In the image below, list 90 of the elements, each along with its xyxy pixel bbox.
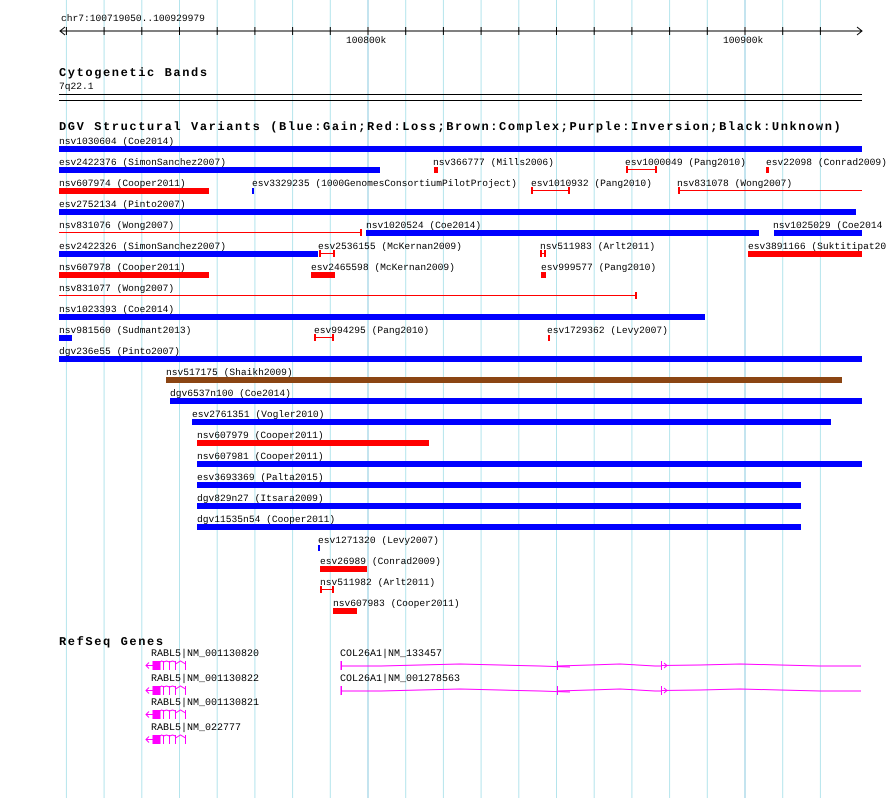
variant-label: esv1010932 (Pang2010) bbox=[531, 178, 652, 189]
transcript-drawing[interactable] bbox=[340, 685, 862, 696]
variant-bar[interactable] bbox=[434, 167, 438, 173]
variant-bar[interactable] bbox=[541, 272, 546, 278]
transcript-label: COL26A1|NM_133457 bbox=[340, 649, 442, 660]
variant-label: nsv366777 (Mills2006) bbox=[433, 157, 554, 168]
variant-label: esv1000049 (Pang2010) bbox=[625, 157, 746, 168]
variant-bar[interactable] bbox=[197, 482, 801, 488]
variant-label: esv1271320 (Levy2007) bbox=[318, 535, 439, 546]
variant-label: esv22098 (Conrad2009) bbox=[766, 157, 887, 168]
variant-label: nsv1023393 (Coe2014) bbox=[59, 304, 174, 315]
track-title: RefSeq Genes bbox=[59, 636, 165, 648]
variant-bar[interactable] bbox=[59, 188, 209, 194]
band-label: 7q22.1 bbox=[59, 81, 94, 93]
variant-label: nsv607979 (Cooper2011) bbox=[197, 430, 324, 441]
variant-label: nsv1025029 (Coe2014 bbox=[773, 220, 882, 231]
variant-label: nsv517175 (Shaikh2009) bbox=[166, 367, 293, 378]
variant-label: esv2536155 (McKernan2009) bbox=[318, 241, 462, 252]
variant-label: esv999577 (Pang2010) bbox=[541, 262, 656, 273]
variant-label: dgv829n27 (Itsara2009) bbox=[197, 493, 324, 504]
variant-span[interactable] bbox=[59, 292, 637, 299]
variant-bar[interactable] bbox=[59, 356, 862, 362]
variant-bar[interactable] bbox=[59, 167, 380, 173]
variant-label: nsv511982 (Arlt2011) bbox=[320, 577, 436, 588]
track-title: Cytogenetic Bands bbox=[59, 67, 209, 79]
variant-span[interactable] bbox=[320, 586, 334, 593]
variant-bar[interactable] bbox=[197, 461, 862, 467]
transcript-drawing[interactable] bbox=[340, 660, 862, 670]
transcript-label: RABL5|NM_001130821 bbox=[151, 698, 260, 710]
variant-bar[interactable] bbox=[59, 314, 705, 320]
variant-label: nsv511983 (Arlt2011) bbox=[540, 241, 656, 252]
variant-bar[interactable] bbox=[59, 209, 856, 215]
variant-bar[interactable] bbox=[197, 503, 801, 509]
variant-bar[interactable] bbox=[192, 419, 831, 425]
variant-label: esv3693369 (Palta2015) bbox=[197, 472, 324, 483]
variant-label: nsv831076 (Wong2007) bbox=[59, 220, 174, 231]
track-title: DGV Structural Variants (Blue:Gain;Red:Loss;Brown:Complex;Purple:Inversion;Black:Unknown) bbox=[59, 121, 842, 133]
variant-bar[interactable] bbox=[197, 524, 801, 530]
variant-span[interactable] bbox=[59, 229, 362, 236]
variant-span[interactable] bbox=[540, 250, 546, 257]
variant-label: nsv831078 (Wong2007) bbox=[677, 178, 792, 189]
variant-label: esv2761351 (Vogler2010) bbox=[192, 409, 324, 420]
variant-span[interactable] bbox=[678, 187, 862, 194]
transcript-label: COL26A1|NM_001278563 bbox=[340, 674, 460, 685]
variant-bar[interactable] bbox=[59, 146, 862, 152]
variant-bar[interactable] bbox=[311, 272, 335, 278]
transcript-drawing[interactable] bbox=[145, 734, 186, 744]
transcript-label: RABL5|NM_001130822 bbox=[151, 674, 260, 685]
variant-label: nsv607981 (Cooper2011) bbox=[197, 451, 324, 462]
region-label: chr7:100719050..100929979 bbox=[61, 13, 205, 24]
variant-label: dgv236e55 (Pinto2007) bbox=[59, 346, 180, 357]
variant-span[interactable] bbox=[314, 334, 334, 341]
variant-label: esv26989 (Conrad2009) bbox=[320, 556, 441, 567]
variant-bar[interactable] bbox=[748, 251, 862, 257]
variant-bar[interactable] bbox=[59, 335, 72, 341]
axis-tick-label: 100800k bbox=[346, 35, 386, 46]
transcript-drawing[interactable] bbox=[145, 685, 186, 696]
variant-bar[interactable] bbox=[320, 566, 367, 572]
variant-label: nsv607983 (Cooper2011) bbox=[333, 598, 460, 609]
variant-span[interactable] bbox=[626, 166, 657, 173]
variant-label: esv2465598 (McKernan2009) bbox=[311, 262, 455, 273]
variant-bar[interactable] bbox=[166, 377, 842, 383]
axis-tick-label: 100900k bbox=[723, 35, 764, 46]
variant-bar[interactable] bbox=[197, 440, 429, 446]
variant-span[interactable] bbox=[531, 187, 570, 194]
variant-label: esv994295 (Pang2010) bbox=[314, 325, 430, 336]
variant-label: esv2752134 (Pinto2007) bbox=[59, 199, 186, 210]
variant-label: esv3329235 (1000GenomesConsortiumPilotProject) bbox=[252, 178, 517, 189]
variant-bar[interactable] bbox=[59, 272, 209, 278]
variant-label: esv1729362 (Levy2007) bbox=[547, 325, 668, 336]
variant-label: nsv607978 (Cooper2011) bbox=[59, 262, 186, 273]
variant-span[interactable] bbox=[319, 250, 335, 257]
variant-label: nsv981560 (Sudmant2013) bbox=[59, 325, 192, 336]
variant-label: nsv1030604 (Coe2014) bbox=[59, 136, 174, 147]
transcript-drawing[interactable] bbox=[145, 660, 186, 670]
variant-label: esv3891166 (Suktitipat20 bbox=[748, 241, 886, 252]
variant-bar[interactable] bbox=[766, 167, 769, 173]
variant-label: nsv607974 (Cooper2011) bbox=[59, 178, 186, 189]
variant-label: nsv831077 (Wong2007) bbox=[59, 283, 174, 294]
variant-bar[interactable] bbox=[333, 608, 357, 614]
transcript-label: RABL5|NM_001130820 bbox=[151, 649, 260, 660]
variant-bar[interactable] bbox=[170, 398, 862, 404]
variant-label: esv2422326 (SimonSanchez2007) bbox=[59, 241, 226, 252]
variant-label: dgv6537n100 (Coe2014) bbox=[170, 388, 291, 399]
variant-label: nsv1020524 (Coe2014) bbox=[366, 220, 482, 231]
variant-label: dgv11535n54 (Cooper2011) bbox=[197, 514, 336, 525]
variant-label: esv2422376 (SimonSanchez2007) bbox=[59, 157, 226, 168]
transcript-drawing[interactable] bbox=[145, 710, 186, 720]
variant-bar[interactable] bbox=[774, 230, 862, 236]
transcript-label: RABL5|NM_022777 bbox=[151, 722, 242, 734]
